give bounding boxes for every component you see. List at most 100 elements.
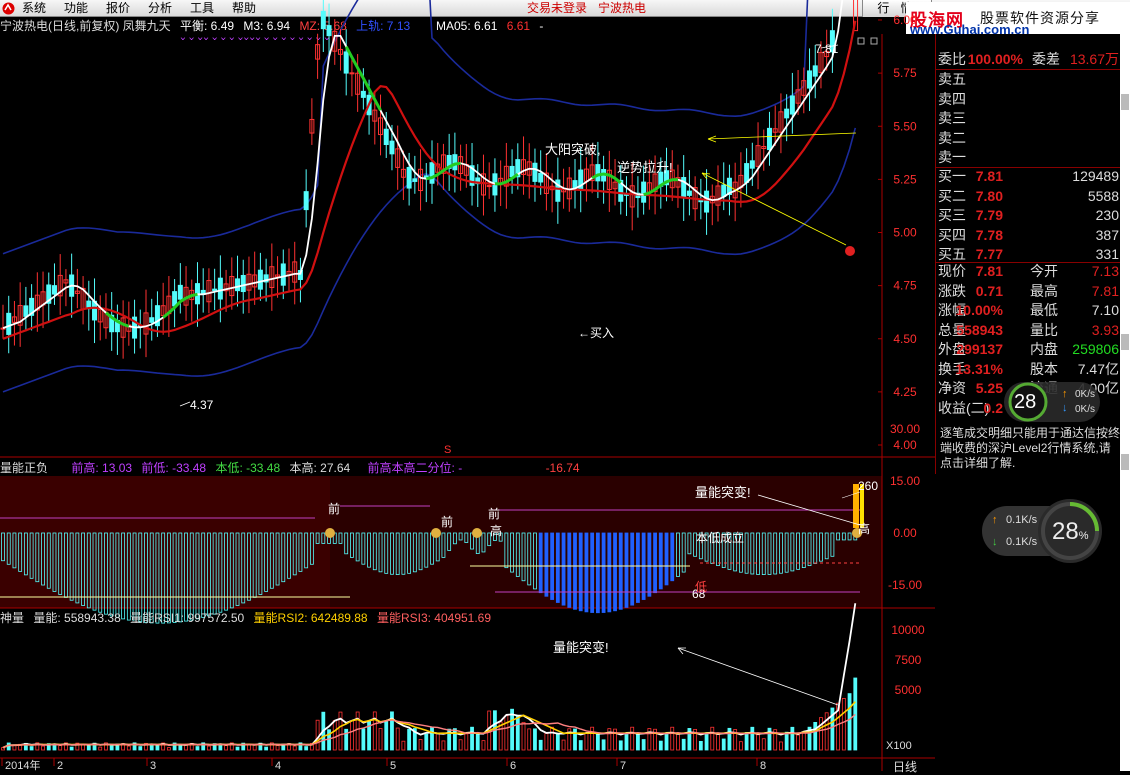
annotation-low: 4.37 — [190, 398, 214, 412]
volume-bar — [853, 677, 858, 751]
ind1-cur-high: 本高: 27.64 — [289, 461, 351, 475]
sell-level-row: 卖五 — [938, 71, 966, 87]
ind2-bars — [1, 677, 858, 751]
price-tick: 4.25 — [893, 385, 917, 399]
volume-bar — [458, 739, 463, 751]
ind2-yellow-line — [2, 701, 856, 749]
ind1-bar — [607, 532, 612, 613]
ind1-bar — [538, 532, 543, 594]
ind1-bar — [664, 532, 669, 586]
buy-level-row: 买四 7.78 387 — [938, 226, 1119, 243]
volume-bar — [58, 745, 63, 751]
annotation-rally: 逆势拉升! — [617, 160, 673, 175]
ind2-annotation: 量能突变! — [553, 640, 609, 655]
scroll-handle-2[interactable] — [1121, 334, 1129, 350]
ind1-value-260: 260 — [858, 479, 879, 493]
time-tick: 4 — [275, 760, 281, 771]
gauge-down-small: 0K/s — [1075, 404, 1096, 415]
volume-bar — [178, 744, 183, 751]
money-bag-icon — [431, 528, 441, 538]
time-tick: 6 — [510, 760, 516, 771]
ind1-cur-low: 本低: -33.48 — [215, 461, 281, 475]
buy-level-row: 买二 7.80 5588 — [938, 187, 1119, 204]
gauge-down-arrow-icon: ↓ — [992, 536, 998, 548]
volume-bar — [430, 726, 434, 751]
volume-bar — [81, 744, 85, 751]
volume-bar — [590, 726, 595, 751]
volume-bar — [29, 746, 34, 751]
volume-bar — [424, 733, 429, 751]
volume-bar — [761, 738, 766, 751]
quote-stat-row: 涨幅 10.00% 最低 7.10 — [938, 302, 1119, 318]
price-tick: 5.25 — [893, 172, 917, 186]
volume-bar — [504, 715, 509, 751]
gauge-down: 0.1K/s — [1006, 536, 1038, 548]
annotation-high: 7.81 — [815, 42, 839, 56]
ind1-prev-label-3: 前 — [488, 507, 501, 521]
scroll-handle-1[interactable] — [1121, 94, 1129, 110]
volume-bar — [779, 741, 783, 751]
volume-bar — [578, 740, 583, 751]
volume-bar — [538, 739, 543, 751]
volume-bar — [126, 745, 131, 751]
ind2-scale: X100 — [886, 740, 912, 752]
ind1-bar — [567, 532, 572, 608]
price-tick: 4.00 — [893, 438, 917, 452]
volume-bar — [670, 726, 675, 751]
sell-level-row: 卖一 — [938, 149, 966, 165]
ind1-bar — [595, 532, 600, 614]
volume-bar — [247, 744, 251, 751]
period-label[interactable]: 日线 — [893, 758, 917, 775]
time-tick: 7 — [620, 760, 626, 771]
quote-stat-row: 外盘 299137 内盘 259806 — [938, 341, 1119, 357]
volume-bar — [756, 734, 760, 751]
volume-bar — [561, 739, 566, 751]
right-scrollbar[interactable] — [1120, 34, 1130, 771]
volume-bar — [264, 746, 269, 751]
volume-bar — [69, 746, 74, 751]
ind2-tick: 7500 — [895, 653, 922, 667]
ind2-energy: 量能: 558943.38 — [33, 611, 121, 625]
volume-bar — [350, 720, 354, 751]
kline-chart-area[interactable]: 7.507.257.006.756.506.256.005.755.505.25… — [0, 0, 935, 771]
ind1-prev-high: 前高: 13.03 — [71, 461, 133, 475]
money-bag-icon — [325, 528, 335, 538]
price-tick: 4.75 — [893, 279, 917, 293]
ind2-header: 神量 量能: 558943.38 量能RSI1: 997572.50 量能RSI… — [0, 611, 491, 625]
volume-bar — [464, 733, 469, 751]
ind1-bar — [658, 532, 663, 590]
ind1-bar — [544, 532, 549, 597]
ind1-median-value: -16.74 — [545, 461, 580, 475]
volume-bar — [384, 721, 389, 751]
time-tick: 5 — [390, 760, 396, 771]
arrow-line-3 — [677, 647, 839, 706]
volume-bar — [407, 728, 412, 751]
volume-bar — [790, 726, 795, 751]
quote-stat-row: 换手 13.31% 股本 7.47亿 — [938, 360, 1119, 377]
ind1-low-label: 低 — [695, 580, 708, 594]
volume-bar — [716, 734, 720, 751]
ind1-bar — [601, 532, 606, 613]
gauge-percent-small: 28 — [1014, 391, 1037, 413]
ind1-bar — [613, 532, 617, 612]
ind2-axis: 10000 7500 5000 — [891, 623, 925, 697]
volume-bar — [676, 733, 680, 751]
up-arrow-icon: ↑ — [1062, 388, 1068, 400]
time-tick: 8 — [760, 760, 766, 771]
buy-level-row: 买一 7.81 129489 — [938, 168, 1119, 184]
scroll-handle-3[interactable] — [1121, 454, 1129, 470]
gauge-up-small: 0K/s — [1075, 389, 1096, 400]
volume-bar — [109, 745, 114, 751]
buy-level-row: 买三 7.79 230 — [938, 207, 1119, 223]
money-bag-icon — [472, 528, 482, 538]
s-mark: S — [444, 444, 452, 456]
volume-bar — [435, 732, 440, 751]
volume-bar — [378, 728, 383, 751]
ind2-tick: 10000 — [891, 623, 925, 637]
ind1-high-label-1: 高 — [490, 524, 503, 538]
volume-bar — [750, 726, 755, 751]
volume-bar — [784, 731, 789, 751]
network-gauge-small: 28 0K/s 0K/s ↑ ↓ — [1000, 380, 1110, 440]
volume-bar — [813, 722, 818, 751]
price-tick: 5.00 — [893, 226, 917, 240]
